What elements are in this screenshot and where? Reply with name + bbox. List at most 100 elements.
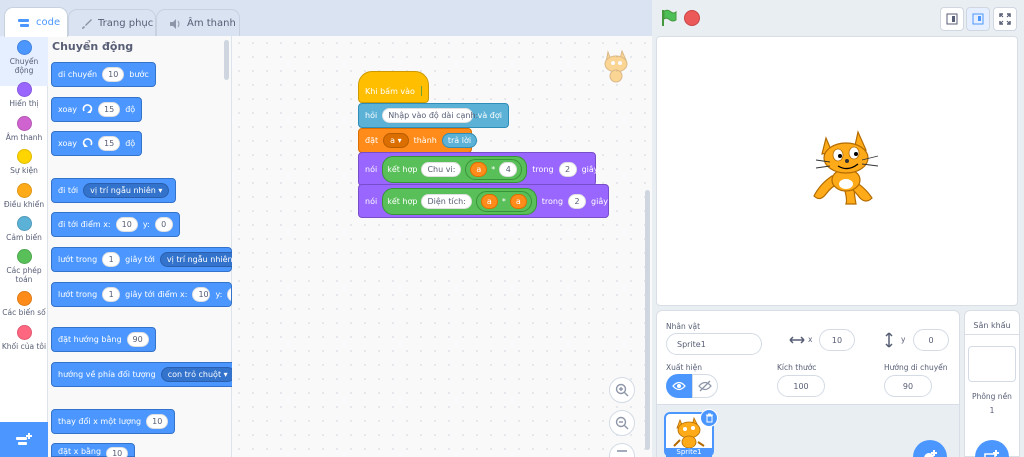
- block-say-for-secs[interactable]: nói kết hợp Diện tích: a * a trong 2 giâ…: [358, 184, 609, 218]
- block-text-input[interactable]: Nhập vào độ dài cạnh:: [382, 108, 478, 123]
- block-glide-xy[interactable]: lướt trong 1 giây tới điểm x: 10 y: 0: [51, 282, 232, 307]
- backdrops-label: Phông nền: [972, 392, 1012, 401]
- category-motion[interactable]: Chuyển động: [0, 40, 48, 75]
- block-number-input[interactable]: 15: [98, 102, 121, 117]
- block-number-input[interactable]: 2: [568, 193, 587, 209]
- block-number-input[interactable]: 1: [102, 287, 121, 302]
- show-label: Xuất hiện: [666, 363, 703, 372]
- category-dot: [16, 183, 32, 198]
- sprite-direction-input[interactable]: 90: [884, 375, 932, 397]
- block-goto-xy[interactable]: đi tới điểm x: 10 y: 0: [51, 212, 180, 237]
- block-text: nói: [365, 196, 378, 206]
- block-number-input[interactable]: 1: [102, 252, 121, 267]
- block-say-for-secs[interactable]: nói kết hợp Chu vi: a * 4 trong 2 giây: [358, 152, 599, 186]
- block-text: độ: [125, 139, 136, 148]
- block-move-steps[interactable]: di chuyển 10 bước: [51, 62, 156, 87]
- reporter-answer[interactable]: trả lời: [441, 133, 478, 148]
- block-number-input[interactable]: 15: [98, 136, 121, 151]
- block-set-x[interactable]: đặt x bằng 10: [51, 443, 136, 457]
- y-arrows-icon: [885, 332, 893, 348]
- block-number-input[interactable]: 10: [106, 447, 129, 457]
- direction-label: Hướng di chuyển: [884, 363, 948, 372]
- category-events[interactable]: Sự kiện: [0, 149, 48, 175]
- block-text: thay đổi x một lượng: [58, 417, 142, 426]
- stop-button[interactable]: [684, 10, 700, 26]
- variable-dropdown[interactable]: a ▾: [383, 133, 409, 148]
- block-text: giây: [591, 196, 608, 206]
- block-turn-right[interactable]: xoay 15 độ: [51, 97, 143, 122]
- delete-sprite-button[interactable]: [700, 409, 718, 427]
- variable-reporter[interactable]: a: [480, 193, 498, 209]
- block-point-towards[interactable]: hướng về phía đối tượng con trỏ chuột ▾: [51, 362, 242, 387]
- backdrop-thumbnail[interactable]: [968, 346, 1016, 382]
- block-text: trong: [541, 196, 564, 206]
- category-my-blocks[interactable]: Khối của tôi: [0, 325, 48, 351]
- cat-sprite[interactable]: [802, 124, 888, 210]
- block-point-direction[interactable]: đặt hướng bằng 90: [51, 327, 156, 352]
- block-text: lướt trong: [58, 290, 98, 299]
- category-label: Hiển thị: [9, 99, 39, 108]
- block-text-input[interactable]: Chu vi:: [421, 161, 462, 177]
- block-text: *: [501, 196, 506, 206]
- multiply-operator[interactable]: a * a: [475, 190, 532, 212]
- zoom-out-button[interactable]: [609, 410, 635, 436]
- block-text: kết hợp: [387, 196, 418, 206]
- block-number-input[interactable]: 10: [115, 217, 138, 232]
- show-sprite-button[interactable]: [666, 374, 692, 398]
- block-number-input[interactable]: 2: [558, 161, 577, 177]
- category-sound[interactable]: Âm thanh: [0, 116, 48, 142]
- block-number-input[interactable]: 10: [102, 67, 125, 82]
- stage-selector-panel[interactable]: [964, 310, 1020, 457]
- block-number-input[interactable]: 0: [154, 217, 173, 232]
- sprite-x-input[interactable]: 10: [819, 329, 855, 351]
- block-dropdown[interactable]: con trỏ chuột ▾: [160, 367, 235, 382]
- block-text: đặt hướng bằng: [58, 335, 122, 344]
- block-text: bước: [129, 70, 149, 79]
- block-when-flag-clicked[interactable]: Khi bấm vào: [358, 71, 429, 103]
- category-looks[interactable]: Hiển thị: [0, 82, 48, 108]
- code-workspace[interactable]: [232, 36, 652, 457]
- block-goto[interactable]: đi tới vị trí ngẫu nhiên ▾: [51, 178, 177, 203]
- block-number-input[interactable]: 10: [146, 414, 169, 429]
- block-set-variable[interactable]: đặt a ▾ thành trả lời: [358, 128, 478, 153]
- tab-code[interactable]: code: [4, 7, 68, 37]
- tab-sounds[interactable]: Âm thanh: [156, 9, 240, 37]
- normal-stage-button[interactable]: [966, 7, 990, 31]
- block-text-input[interactable]: Diện tích:: [421, 193, 472, 209]
- multiply-operator[interactable]: a * 4: [465, 158, 523, 180]
- category-operators[interactable]: Các phép toán: [0, 249, 48, 284]
- sprite-name-input[interactable]: Sprite1: [666, 333, 762, 355]
- palette-scrollbar[interactable]: [224, 40, 229, 80]
- workspace-scrollbar[interactable]: [645, 190, 650, 450]
- block-number-input[interactable]: 90: [126, 332, 149, 347]
- tab-costumes[interactable]: Trang phục: [68, 9, 156, 37]
- category-variables[interactable]: Các biến số: [0, 291, 48, 317]
- sprite-y-input[interactable]: 0: [913, 329, 949, 351]
- eye-slash-icon: [698, 380, 712, 392]
- variable-reporter[interactable]: a: [509, 193, 527, 209]
- block-number-input[interactable]: 10: [192, 287, 211, 302]
- category-control[interactable]: Điều khiển: [0, 183, 48, 209]
- zoom-in-button[interactable]: [609, 377, 635, 403]
- block-turn-left[interactable]: xoay 15 độ: [51, 131, 143, 156]
- block-ask-and-wait[interactable]: hỏi Nhập vào độ dài cạnh: và đợi: [358, 103, 509, 128]
- sprite-size-input[interactable]: 100: [777, 375, 825, 397]
- category-dot: [16, 216, 32, 231]
- block-number-input[interactable]: 4: [499, 161, 518, 177]
- fullscreen-button[interactable]: [993, 7, 1017, 31]
- dropdown-text: a: [390, 136, 396, 145]
- green-flag-button[interactable]: [660, 9, 678, 27]
- join-operator[interactable]: kết hợp Chu vi: a * 4: [382, 155, 528, 183]
- small-stage-button[interactable]: [940, 7, 964, 31]
- category-label: Khối của tôi: [1, 342, 47, 351]
- variable-reporter[interactable]: a: [470, 161, 488, 177]
- add-extension-button[interactable]: [0, 422, 48, 457]
- block-text: đi tới điểm x:: [58, 220, 111, 229]
- tab-costumes-label: Trang phục: [98, 18, 154, 29]
- block-dropdown[interactable]: vị trí ngẫu nhiên ▾: [83, 183, 170, 198]
- join-operator[interactable]: kết hợp Diện tích: a * a: [382, 187, 537, 215]
- block-glide-to[interactable]: lướt trong 1 giây tới vị trí ngẫu nhiên …: [51, 247, 247, 272]
- hide-sprite-button[interactable]: [692, 374, 718, 398]
- category-sensing[interactable]: Cảm biến: [0, 216, 48, 242]
- block-change-x[interactable]: thay đổi x một lượng 10: [51, 409, 176, 434]
